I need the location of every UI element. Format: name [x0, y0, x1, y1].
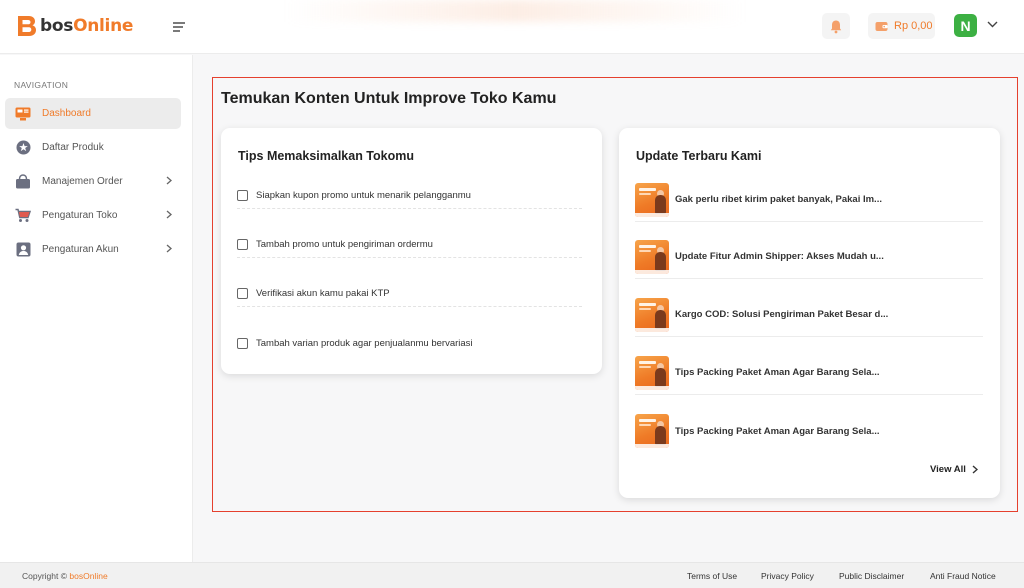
brand-name: bosOnline: [40, 16, 134, 36]
footer: Copyright © bosOnline Terms of Use Priva…: [0, 562, 1024, 588]
footer-link-terms[interactable]: Terms of Use: [687, 571, 737, 581]
sidebar-item-label: Pengaturan Toko: [42, 210, 118, 221]
tip-item[interactable]: Tambah promo untuk pengiriman ordermu: [237, 232, 582, 258]
tip-item[interactable]: Siapkan kupon promo untuk menarik pelang…: [237, 183, 582, 209]
user-icon: [15, 242, 31, 258]
tips-card-title: Tips Memaksimalkan Tokomu: [238, 149, 414, 163]
copyright-brand-link[interactable]: bosOnline: [69, 571, 107, 581]
update-thumbnail: [635, 297, 669, 332]
tip-label: Tambah promo untuk pengiriman ordermu: [256, 239, 433, 250]
copyright-text: Copyright © bosOnline: [22, 571, 108, 581]
update-item[interactable]: Gak perlu ribet kirim paket banyak, Paka…: [635, 178, 983, 222]
tip-label: Tambah varian produk agar penjualanmu be…: [256, 337, 473, 349]
update-thumbnail: [635, 182, 669, 217]
update-title: Tips Packing Paket Aman Agar Barang Sela…: [675, 425, 880, 437]
update-item[interactable]: Tips Packing Paket Aman Agar Barang Sela…: [635, 351, 983, 395]
sidebar-item-label: Manajemen Order: [42, 176, 123, 187]
update-thumbnail: [635, 414, 669, 448]
tip-checkbox[interactable]: [237, 337, 248, 349]
sidebar-item-label: Daftar Produk: [42, 142, 104, 153]
sidebar: NAVIGATION Dashboard Daftar Produk Manaj…: [0, 55, 193, 562]
view-all-label: View All: [930, 464, 966, 475]
chevron-right-icon: [166, 244, 172, 253]
sidebar-item-label: Dashboard: [42, 108, 91, 119]
menu-toggle-icon[interactable]: [173, 22, 187, 32]
bell-icon: [830, 20, 842, 33]
updates-card-title: Update Terbaru Kami: [636, 149, 762, 163]
wallet-balance-button[interactable]: Rp 0,00: [868, 13, 935, 39]
sidebar-item-pengaturan-toko[interactable]: Pengaturan Toko: [5, 200, 181, 231]
sidebar-item-daftar-produk[interactable]: Daftar Produk: [5, 132, 181, 163]
footer-link-privacy[interactable]: Privacy Policy: [761, 571, 814, 581]
user-avatar[interactable]: N: [954, 14, 977, 37]
footer-link-disclaimer[interactable]: Public Disclaimer: [839, 571, 904, 581]
nav-title: NAVIGATION: [14, 80, 69, 90]
tip-checkbox[interactable]: [237, 239, 248, 250]
update-thumbnail: [635, 355, 669, 390]
brand-logo[interactable]: bosOnline: [15, 14, 133, 38]
footer-link-anti-fraud[interactable]: Anti Fraud Notice: [930, 571, 996, 581]
sidebar-item-label: Pengaturan Akun: [42, 244, 119, 255]
cart-icon: [15, 208, 31, 224]
update-thumbnail: [635, 239, 669, 274]
tip-item[interactable]: Tambah varian produk agar penjualanmu be…: [237, 330, 582, 356]
updates-card: Update Terbaru Kami Gak perlu ribet kiri…: [619, 128, 1000, 498]
logo-icon: [15, 14, 37, 38]
bag-icon: [15, 174, 31, 190]
update-item[interactable]: Kargo COD: Solusi Pengiriman Paket Besar…: [635, 293, 983, 337]
update-title: Update Fitur Admin Shipper: Akses Mudah …: [675, 251, 884, 262]
update-title: Tips Packing Paket Aman Agar Barang Sela…: [675, 367, 880, 378]
chevron-right-icon: [166, 176, 172, 185]
page-title: Temukan Konten Untuk Improve Toko Kamu: [221, 90, 557, 107]
dashboard-icon: [15, 106, 31, 122]
tip-label: Verifikasi akun kamu pakai KTP: [256, 288, 390, 299]
update-item[interactable]: Tips Packing Paket Aman Agar Barang Sela…: [635, 409, 983, 453]
wallet-icon: [875, 21, 888, 31]
sidebar-item-pengaturan-akun[interactable]: Pengaturan Akun: [5, 234, 181, 265]
sidebar-item-manajemen-order[interactable]: Manajemen Order: [5, 166, 181, 197]
header-banner-blur: [285, 0, 745, 22]
chevron-right-icon: [166, 210, 172, 219]
notification-button[interactable]: [822, 13, 850, 39]
view-all-link[interactable]: View All: [930, 464, 978, 475]
update-title: Kargo COD: Solusi Pengiriman Paket Besar…: [675, 309, 889, 320]
tip-item[interactable]: Verifikasi akun kamu pakai KTP: [237, 281, 582, 307]
tip-checkbox[interactable]: [237, 190, 248, 201]
tips-card: Tips Memaksimalkan Tokomu Siapkan kupon …: [221, 128, 602, 374]
chevron-right-icon: [972, 465, 978, 474]
chevron-down-icon[interactable]: [987, 21, 998, 28]
tip-checkbox[interactable]: [237, 288, 248, 299]
update-title: Gak perlu ribet kirim paket banyak, Paka…: [675, 194, 882, 205]
wallet-amount: Rp 0,00: [894, 20, 933, 32]
update-item[interactable]: Update Fitur Admin Shipper: Akses Mudah …: [635, 235, 983, 279]
top-header: bosOnline Rp 0,00 N: [0, 0, 1024, 54]
tip-label: Siapkan kupon promo untuk menarik pelang…: [256, 190, 471, 201]
star-icon: [15, 140, 31, 156]
sidebar-item-dashboard[interactable]: Dashboard: [5, 98, 181, 129]
